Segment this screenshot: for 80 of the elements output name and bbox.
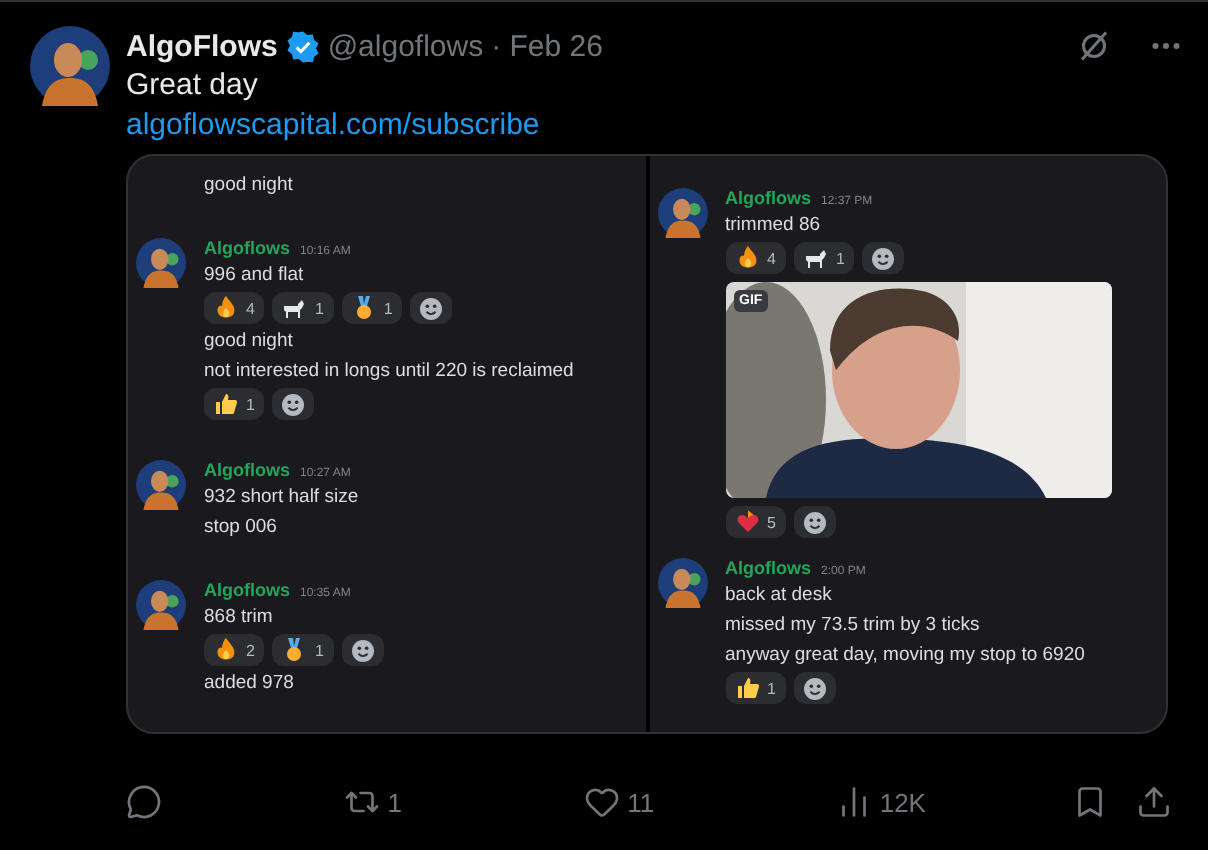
avatar bbox=[30, 26, 110, 106]
message-text: trimmed 86 bbox=[725, 212, 821, 238]
message-text: 868 trim bbox=[204, 604, 273, 630]
author-handle[interactable]: @algoflows bbox=[327, 29, 484, 63]
medal-icon bbox=[351, 296, 376, 320]
add-reaction-button[interactable] bbox=[410, 292, 453, 324]
share-icon bbox=[1136, 784, 1172, 820]
repost-button[interactable]: 1 bbox=[343, 784, 402, 820]
reaction-count: 1 bbox=[767, 679, 776, 697]
avatar bbox=[657, 558, 707, 608]
add-reaction-button[interactable] bbox=[272, 388, 315, 420]
smiley-icon bbox=[803, 677, 826, 699]
reaction[interactable]: 4 bbox=[725, 242, 786, 274]
message-text: missed my 73.5 trim by 3 ticks bbox=[725, 612, 980, 638]
message-text: good night bbox=[204, 172, 293, 198]
reaction-count: 1 bbox=[246, 395, 255, 413]
reply-icon bbox=[126, 784, 162, 820]
add-reaction-button[interactable] bbox=[793, 672, 836, 704]
post-link[interactable]: algoflowscapital.com/subscribe bbox=[126, 106, 540, 146]
medal-icon bbox=[282, 638, 307, 662]
smiley-icon bbox=[420, 297, 443, 319]
heart-icon bbox=[583, 784, 620, 820]
reaction[interactable]: 1 bbox=[725, 672, 786, 704]
avatar bbox=[136, 238, 186, 288]
reaction-count: 1 bbox=[383, 299, 393, 317]
reaction[interactable]: 5 bbox=[725, 506, 786, 538]
message-text: good night bbox=[204, 328, 293, 354]
message-author: Algoflows bbox=[204, 580, 290, 600]
reaction-count: 2 bbox=[246, 641, 255, 659]
add-reaction-button[interactable] bbox=[341, 634, 384, 666]
message-text: 932 short half size bbox=[204, 484, 359, 510]
bookmark-button[interactable] bbox=[1072, 784, 1108, 820]
heart-fire-icon bbox=[735, 510, 759, 534]
add-reaction-button[interactable] bbox=[862, 242, 905, 274]
reaction-count: 4 bbox=[246, 299, 255, 317]
post-text: Great day bbox=[126, 66, 260, 106]
smiley-icon bbox=[872, 247, 895, 269]
reply-button[interactable] bbox=[126, 784, 162, 820]
author-name[interactable]: AlgoFlows bbox=[126, 29, 278, 63]
reaction[interactable]: 1 bbox=[341, 292, 403, 324]
thumbs-up-icon bbox=[735, 676, 759, 700]
reaction[interactable]: 1 bbox=[204, 388, 265, 420]
share-button[interactable] bbox=[1136, 784, 1172, 820]
smiley-icon bbox=[282, 393, 305, 415]
post-date: · Feb 26 bbox=[491, 29, 603, 63]
reaction[interactable]: 1 bbox=[793, 242, 855, 274]
avatar bbox=[136, 580, 186, 630]
reaction[interactable]: 1 bbox=[272, 634, 334, 666]
message-text: 996 and flat bbox=[204, 262, 304, 288]
reaction-count: 1 bbox=[314, 641, 324, 659]
message-author: Algoflows bbox=[204, 460, 290, 480]
smiley-icon bbox=[803, 511, 826, 533]
fire-icon bbox=[214, 296, 238, 320]
reaction-count: 4 bbox=[767, 249, 776, 267]
goat-icon bbox=[282, 296, 307, 320]
message-text: stop 006 bbox=[204, 514, 277, 540]
avatar bbox=[657, 188, 707, 238]
add-reaction-button[interactable] bbox=[793, 506, 836, 538]
message-text: not interested in longs until 220 is reclaimed bbox=[204, 358, 574, 384]
fire-icon bbox=[735, 246, 759, 270]
views-button[interactable]: 12K bbox=[835, 784, 926, 820]
message-text: added 978 bbox=[204, 670, 294, 696]
fire-icon bbox=[214, 638, 238, 662]
like-button[interactable]: 11 bbox=[583, 784, 655, 820]
reaction-count: 5 bbox=[767, 513, 776, 531]
smiley-icon bbox=[351, 639, 374, 661]
avatar bbox=[136, 460, 186, 510]
reaction-count: 1 bbox=[314, 299, 324, 317]
reaction[interactable]: 1 bbox=[272, 292, 334, 324]
reaction[interactable]: 2 bbox=[204, 634, 265, 666]
message-text: anyway great day, moving my stop to 6920 bbox=[725, 642, 1085, 668]
goat-icon bbox=[803, 246, 828, 270]
thumbs-up-icon bbox=[214, 392, 238, 416]
reaction-count: 1 bbox=[835, 249, 845, 267]
message-author: Algoflows bbox=[725, 558, 811, 578]
message-author: Algoflows bbox=[725, 188, 811, 208]
reaction[interactable]: 4 bbox=[204, 292, 265, 324]
message-text: back at desk bbox=[725, 582, 832, 608]
bookmark-icon bbox=[1072, 784, 1108, 820]
message-author: Algoflows bbox=[204, 238, 290, 258]
